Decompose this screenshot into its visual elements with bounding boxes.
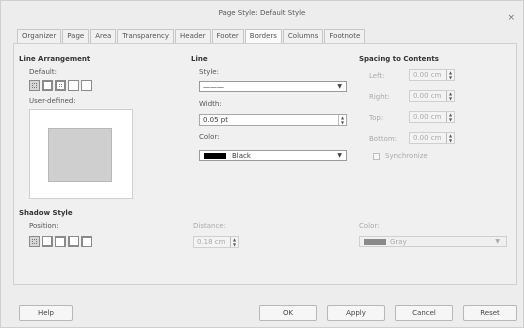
chevron-down-icon: ▼ [337,83,342,90]
border-shadow-icon[interactable] [68,80,79,91]
apply-button[interactable]: Apply [327,305,385,321]
border-box-icon[interactable] [42,80,53,91]
line-color-value: Black [232,152,251,160]
line-heading: Line [191,55,208,63]
shadow-color-label: Color: [359,222,380,230]
style-value: ——— [203,83,224,91]
tab-transparency[interactable]: Transparency [117,29,175,43]
shadow-distance-spinbox[interactable]: 0.18 cm ▲ ▼ [193,236,239,248]
spacing-top-label: Top: [369,114,384,122]
width-spinbox[interactable]: 0.05 pt ▲ ▼ [199,114,347,126]
shadow-top-right-icon[interactable] [55,236,66,247]
shadow-position-label: Position: [29,222,59,230]
border-preview[interactable] [29,109,133,199]
spacing-bottom-spinbox[interactable]: 0.00 cm ▲ ▼ [409,132,455,144]
spacing-heading: Spacing to Contents [359,55,439,63]
line-arrangement-heading: Line Arrangement [19,55,91,63]
dialog-title: Page Style: Default Style [218,9,306,17]
cancel-button[interactable]: Cancel [395,305,453,321]
page-style-dialog: Page Style: Default Style × Organizer Pa… [0,0,524,328]
reset-button[interactable]: Reset [463,305,517,321]
spacing-top-spinbox[interactable]: 0.00 cm ▲ ▼ [409,111,455,123]
help-button[interactable]: Help [19,305,73,321]
width-value: 0.05 pt [203,116,228,124]
spacing-right-spinbox[interactable]: 0.00 cm ▲ ▼ [409,90,455,102]
shadow-bottom-right-icon[interactable] [42,236,53,247]
shadow-none-icon[interactable] [29,236,40,247]
close-icon[interactable]: × [507,6,515,30]
style-label: Style: [199,68,219,76]
border-box-inner-icon[interactable] [55,80,66,91]
spin-arrows-icon[interactable]: ▲ ▼ [230,237,238,247]
default-label: Default: [29,68,57,76]
tab-columns[interactable]: Columns [282,29,324,43]
tab-area[interactable]: Area [90,29,117,43]
border-none-icon[interactable] [29,80,40,91]
shadow-color-value: Gray [390,238,407,246]
tab-footnote[interactable]: Footnote [324,29,366,43]
preview-page-box [48,128,112,182]
shadow-bottom-left-icon[interactable] [68,236,79,247]
color-label: Color: [199,133,220,141]
tab-borders[interactable]: Borders [244,29,282,43]
spin-arrows-icon[interactable]: ▲ ▼ [446,133,454,143]
spacing-left-label: Left: [369,72,385,80]
ok-button[interactable]: OK [259,305,317,321]
title-bar: Page Style: Default Style × [1,1,523,23]
user-defined-label: User-defined: [29,97,76,105]
tab-header[interactable]: Header [175,29,211,43]
spin-arrows-icon[interactable]: ▲ ▼ [446,70,454,80]
chevron-down-icon: ▼ [495,238,500,245]
chevron-down-icon: ▼ [337,152,342,159]
shadow-position-presets [29,236,94,247]
shadow-distance-value: 0.18 cm [197,238,226,246]
spin-arrows-icon[interactable]: ▲ ▼ [446,112,454,122]
shadow-color-swatch [364,239,386,245]
tab-footer[interactable]: Footer [211,29,244,43]
shadow-color-dropdown[interactable]: Gray ▼ [359,236,507,247]
line-color-dropdown[interactable]: Black ▼ [199,150,347,161]
spacing-bottom-label: Bottom: [369,135,398,143]
spacing-right-label: Right: [369,93,390,101]
tab-page[interactable]: Page [62,29,90,43]
width-label: Width: [199,100,222,108]
line-color-swatch [204,153,226,159]
synchronize-label: Synchronize [385,152,428,160]
border-vertical-icon[interactable] [81,80,92,91]
spacing-bottom-value: 0.00 cm [413,134,442,142]
shadow-style-heading: Shadow Style [19,209,73,217]
spacing-top-value: 0.00 cm [413,113,442,121]
spacing-right-value: 0.00 cm [413,92,442,100]
shadow-top-left-icon[interactable] [81,236,92,247]
tab-organizer[interactable]: Organizer [17,29,62,43]
spin-arrows-icon[interactable]: ▲ ▼ [446,91,454,101]
spacing-left-value: 0.00 cm [413,71,442,79]
synchronize-checkbox[interactable] [373,153,380,160]
shadow-distance-label: Distance: [193,222,226,230]
spin-arrows-icon[interactable]: ▲ ▼ [338,115,346,125]
tab-bar: Organizer Page Area Transparency Header … [17,29,366,43]
style-dropdown[interactable]: ——— ▼ [199,81,347,92]
default-arrangement-presets [29,80,94,91]
spacing-left-spinbox[interactable]: 0.00 cm ▲ ▼ [409,69,455,81]
